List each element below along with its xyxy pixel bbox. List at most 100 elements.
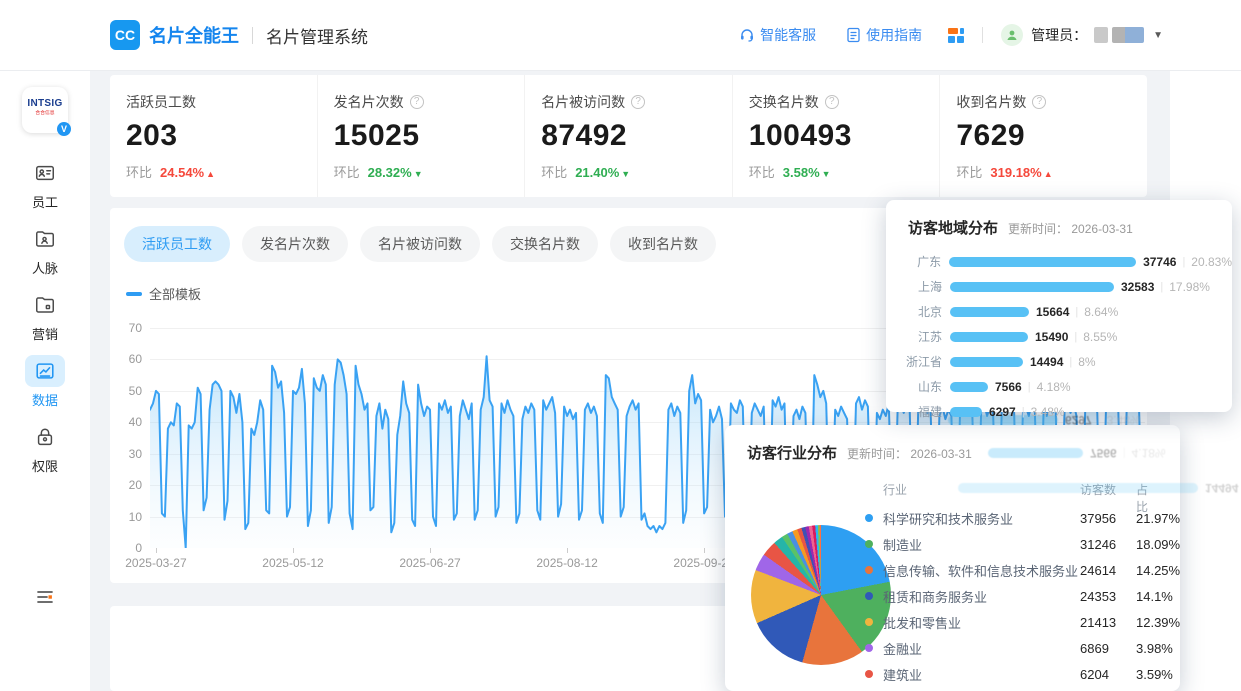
- navbar-right: 智能客服 使用指南 管理员： ▼: [709, 24, 1163, 46]
- region-value: 15490: [1035, 330, 1068, 344]
- sidebar-item-permissions[interactable]: 权限: [13, 421, 77, 475]
- industry-visitors: 24353: [1080, 589, 1136, 604]
- region-bar: [950, 332, 1028, 342]
- trend-arrow-icon: ▼: [414, 169, 423, 179]
- industry-visitors: 6204: [1080, 667, 1136, 682]
- region-value: 7566: [995, 380, 1022, 394]
- industry-share: 14.25%: [1136, 563, 1180, 578]
- region-label: 江苏: [886, 328, 950, 345]
- trend-arrow-icon: ▲: [1044, 169, 1053, 179]
- region-percent: 20.83%: [1191, 255, 1232, 269]
- industry-visitors: 37956: [1080, 511, 1136, 526]
- region-label: 北京: [886, 303, 950, 320]
- industry-row: 制造业 31246 18.09%: [865, 531, 1156, 557]
- stat-cards-sent: 发名片次数? 15025 环比28.32%▼: [317, 75, 525, 197]
- stat-cards-exchanged: 交换名片数? 100493 环比3.58%▼: [732, 75, 940, 197]
- trend-arrow-icon: ▲: [206, 169, 215, 179]
- tab-cards-sent[interactable]: 发名片次数: [242, 226, 348, 262]
- sidebar-item-marketing[interactable]: 营销: [13, 289, 77, 343]
- legend-dot: [865, 566, 873, 574]
- info-icon[interactable]: ?: [825, 95, 839, 109]
- info-icon[interactable]: ?: [1032, 95, 1046, 109]
- info-icon[interactable]: ?: [631, 95, 645, 109]
- metric-tabs: 活跃员工数 发名片次数 名片被访问数 交换名片数 收到名片数: [124, 226, 716, 262]
- industry-share: 3.98%: [1136, 641, 1173, 656]
- apps-grid-icon[interactable]: [948, 28, 964, 43]
- region-value: 37746: [1143, 255, 1176, 269]
- industry-share: 12.39%: [1136, 615, 1180, 630]
- legend-dot: [865, 618, 873, 626]
- lock-icon: [34, 426, 56, 448]
- industry-name: 金融业: [883, 639, 1080, 658]
- region-label: 福建: [886, 403, 950, 420]
- intsig-logo-subtext: 合合信息: [31, 109, 59, 116]
- info-icon[interactable]: ?: [410, 95, 424, 109]
- stat-card-views: 名片被访问数? 87492 环比21.40%▼: [524, 75, 732, 197]
- region-bar-row: 北京 15664 | 8.64%: [886, 299, 1232, 324]
- industry-name: 租赁和商务服务业: [883, 587, 1080, 606]
- tab-cards-received[interactable]: 收到名片数: [610, 226, 716, 262]
- trend-arrow-icon: ▼: [621, 169, 630, 179]
- app-title: 名片管理系统: [266, 23, 368, 48]
- stat-active-employees: 活跃员工数? 203 环比24.54%▲: [110, 75, 317, 197]
- sidebar-item-data[interactable]: 数据: [13, 355, 77, 409]
- trend-arrow-icon: ▼: [822, 169, 831, 179]
- industry-share: 14.1%: [1136, 589, 1173, 604]
- stats-card: 活跃员工数? 203 环比24.54%▲ 发名片次数? 15025 环比28.3…: [110, 75, 1147, 197]
- industry-name: 建筑业: [883, 665, 1080, 684]
- stat-value: 15025: [334, 119, 525, 153]
- region-bar: [950, 357, 1023, 367]
- region-bar: [950, 307, 1029, 317]
- industry-share: 21.97%: [1136, 511, 1180, 526]
- region-bar-row: 广东 37746 | 20.83%: [886, 249, 1232, 274]
- industry-row: 批发和零售业 21413 12.39%: [865, 609, 1156, 635]
- region-bar-row: 江苏 15490 | 8.55%: [886, 324, 1232, 349]
- avatar[interactable]: [1001, 24, 1023, 46]
- dropdown-caret-icon[interactable]: ▼: [1153, 30, 1163, 41]
- region-label: 上海: [886, 278, 950, 295]
- industry-visitors: 31246: [1080, 537, 1136, 552]
- region-label: 山东: [886, 378, 950, 395]
- region-value: 14494: [1030, 355, 1063, 369]
- admin-label: 管理员：: [1031, 25, 1087, 45]
- region-percent: 8%: [1078, 355, 1095, 369]
- legend-dot: [865, 670, 873, 678]
- intsig-v-badge: V: [57, 122, 71, 136]
- region-percent: 3.48%: [1031, 405, 1065, 419]
- sidebar-item-contacts[interactable]: 人脉: [13, 223, 77, 277]
- region-bar-row: 浙江省 14494 | 8%: [886, 349, 1232, 374]
- legend-dot: [865, 644, 873, 652]
- app-root: CC 名片全能王 名片管理系统 智能客服 使用指南 管理员： ▼: [0, 0, 1241, 691]
- industry-name: 批发和零售业: [883, 613, 1080, 632]
- region-percent: 8.55%: [1083, 330, 1117, 344]
- smart-service-link[interactable]: 智能客服: [739, 25, 816, 45]
- industry-name: 制造业: [883, 535, 1080, 554]
- collapse-menu-icon[interactable]: [35, 589, 55, 605]
- region-bar-chart: 广东 37746 | 20.83% 上海 32583 | 17.98% 北京 1…: [886, 249, 1232, 424]
- legend-label: 全部模板: [149, 284, 201, 303]
- admin-name-redacted: [1094, 27, 1108, 43]
- tab-card-views[interactable]: 名片被访问数: [360, 226, 480, 262]
- stat-value: 100493: [749, 119, 940, 153]
- stat-value: 87492: [541, 119, 732, 153]
- industry-name: 信息传输、软件和信息技术服务业: [883, 561, 1080, 580]
- sidebar-item-employees[interactable]: 员工: [13, 157, 77, 211]
- legend-dot: [865, 514, 873, 522]
- region-bar-row: 福建 6297 | 3.48%: [886, 399, 1232, 424]
- guide-document-icon: [846, 27, 861, 43]
- stat-value: 7629: [956, 119, 1147, 153]
- industry-row: 科学研究和技术服务业 37956 21.97%: [865, 505, 1156, 531]
- tab-active-employees[interactable]: 活跃员工数: [124, 226, 230, 262]
- smart-service-label: 智能客服: [760, 25, 816, 45]
- legend-dot: [865, 592, 873, 600]
- user-guide-link[interactable]: 使用指南: [846, 25, 922, 45]
- sidebar: INTSIG 合合信息 V 员工 人脉 营销 数据 权限: [0, 71, 90, 691]
- region-bar: [950, 282, 1114, 292]
- brand-name: 名片全能王: [149, 22, 239, 48]
- region-bar: [950, 407, 982, 417]
- region-panel: 访客地域分布 更新时间： 2026-03-31 广东 37746 | 20.83…: [886, 200, 1232, 412]
- nav-separator: [982, 27, 983, 43]
- industry-row: 信息传输、软件和信息技术服务业 24614 14.25%: [865, 557, 1156, 583]
- region-value: 14494: [1205, 482, 1238, 496]
- tab-cards-exchanged[interactable]: 交换名片数: [492, 226, 598, 262]
